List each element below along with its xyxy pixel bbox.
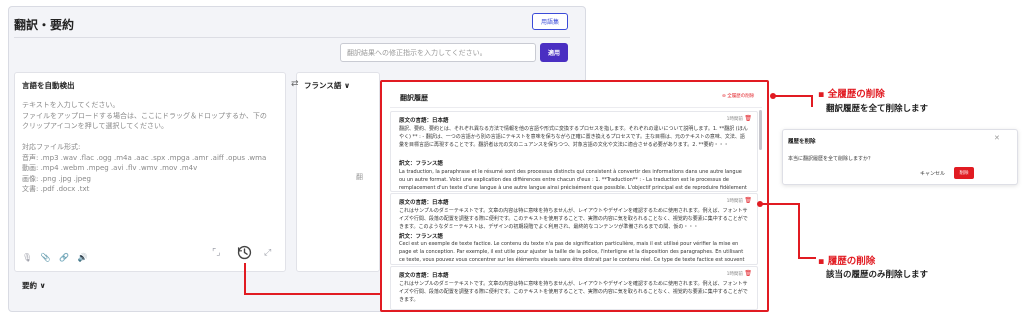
translation-text: Ceci est un exemple de texte factice. Le… <box>399 241 745 263</box>
source-language-label: 原文の言語：日本語 <box>399 273 449 279</box>
summary-toggle[interactable]: 要約 ∨ <box>22 280 46 291</box>
page-title: 翻訳・要約 <box>14 18 75 32</box>
translation-text: La traduction, la paraphrase et le résum… <box>399 169 747 191</box>
scrollbar[interactable] <box>759 110 762 150</box>
fit-icon[interactable]: ⌜⌟ <box>212 248 220 258</box>
expand-icon[interactable]: ⤢ <box>264 248 271 258</box>
entry-time: 1時間前 <box>726 272 743 277</box>
translation-language-label: 訳文：フランス語 <box>399 161 443 167</box>
source-text: これはサンプルのダミーテキストです。文章の内容は特に意味を持ちませんが、レイアウ… <box>399 281 748 303</box>
apply-button[interactable]: 適用 <box>540 43 568 62</box>
glossary-button[interactable]: 用語集 <box>532 13 568 30</box>
source-language-label: 原文の言語：日本語 <box>399 200 449 206</box>
history-entry[interactable]: 原文の言語：日本語 1時間前 🗑 これはサンプルのダミーテキストです。文章の内容… <box>390 266 758 310</box>
divider <box>390 107 762 108</box>
history-entry[interactable]: 原文の言語：日本語 1時間前 🗑 これはサンプルのダミーテキストです。文章の内容… <box>390 193 758 265</box>
source-text: これはサンプルのダミーテキストです。文章の内容は特に意味を持ちませんが、レイアウ… <box>399 208 748 230</box>
history-entry[interactable]: 原文の言語：日本語 1時間前 🗑 翻訳、要約、要約とは、それぞれ異なる方法で情報… <box>390 111 758 192</box>
callout-line <box>244 293 380 295</box>
source-text-area[interactable]: テキストを入力してください。 ファイルをアップロードする場合は、ここにドラッグ＆… <box>22 100 282 195</box>
trash-icon[interactable]: 🗑 <box>744 270 752 277</box>
history-title: 翻訳履歴 <box>400 94 428 102</box>
callout-line <box>798 203 800 259</box>
target-language-selector[interactable]: フランス語 ∨ <box>304 80 350 91</box>
entry-time: 1時間前 <box>726 117 743 122</box>
delete-all-label: 全履歴の削除 <box>727 94 755 99</box>
annotation-description: 該当の履歴のみ削除します <box>826 270 929 280</box>
close-icon[interactable]: ✕ <box>994 134 1000 142</box>
annotation-title: ▪ 履歴の削除 <box>818 256 876 267</box>
dialog-message: 本当に翻訳履歴を全て削除しますか？ <box>788 156 874 162</box>
instruction-input[interactable]: 翻訳結果への修正指示を入力してください。 <box>340 43 536 62</box>
entry-time: 1時間前 <box>726 199 743 204</box>
callout-line <box>760 203 800 205</box>
source-language-label: 原文の言語：日本語 <box>399 118 449 124</box>
history-icon[interactable] <box>236 244 253 261</box>
trash-icon[interactable]: 🗑 <box>744 197 752 204</box>
delete-all-history-button[interactable]: ⊖ 全履歴の削除 <box>722 93 754 99</box>
annotation-description: 翻訳履歴を全て削除します <box>826 104 929 114</box>
source-language-selector[interactable]: 言語を自動検出 <box>22 80 75 91</box>
dialog-title: 履歴を削除 <box>788 139 816 145</box>
target-text: 翻 <box>356 173 363 181</box>
callout-line <box>798 257 816 259</box>
cancel-button[interactable]: キャンセル <box>920 170 945 177</box>
swap-icon[interactable]: ⇄ <box>291 79 299 89</box>
trash-icon[interactable]: 🗑 <box>744 115 752 122</box>
callout-line <box>773 95 813 97</box>
delete-button[interactable]: 削除 <box>954 167 974 179</box>
callout-line <box>244 263 246 295</box>
divider <box>14 37 570 38</box>
target-panel <box>296 72 380 272</box>
source-toolbar-icons[interactable]: 🎙 📎 🔗 🔊 <box>22 253 91 262</box>
callout-line <box>811 95 813 107</box>
annotation-title: ▪ 全履歴の削除 <box>818 89 885 100</box>
translation-language-label: 訳文：フランス語 <box>399 234 443 240</box>
source-text: 翻訳、要約、要約とは、それぞれ異なる方法で情報を他の言語や形式に変換するプロセス… <box>399 126 748 148</box>
